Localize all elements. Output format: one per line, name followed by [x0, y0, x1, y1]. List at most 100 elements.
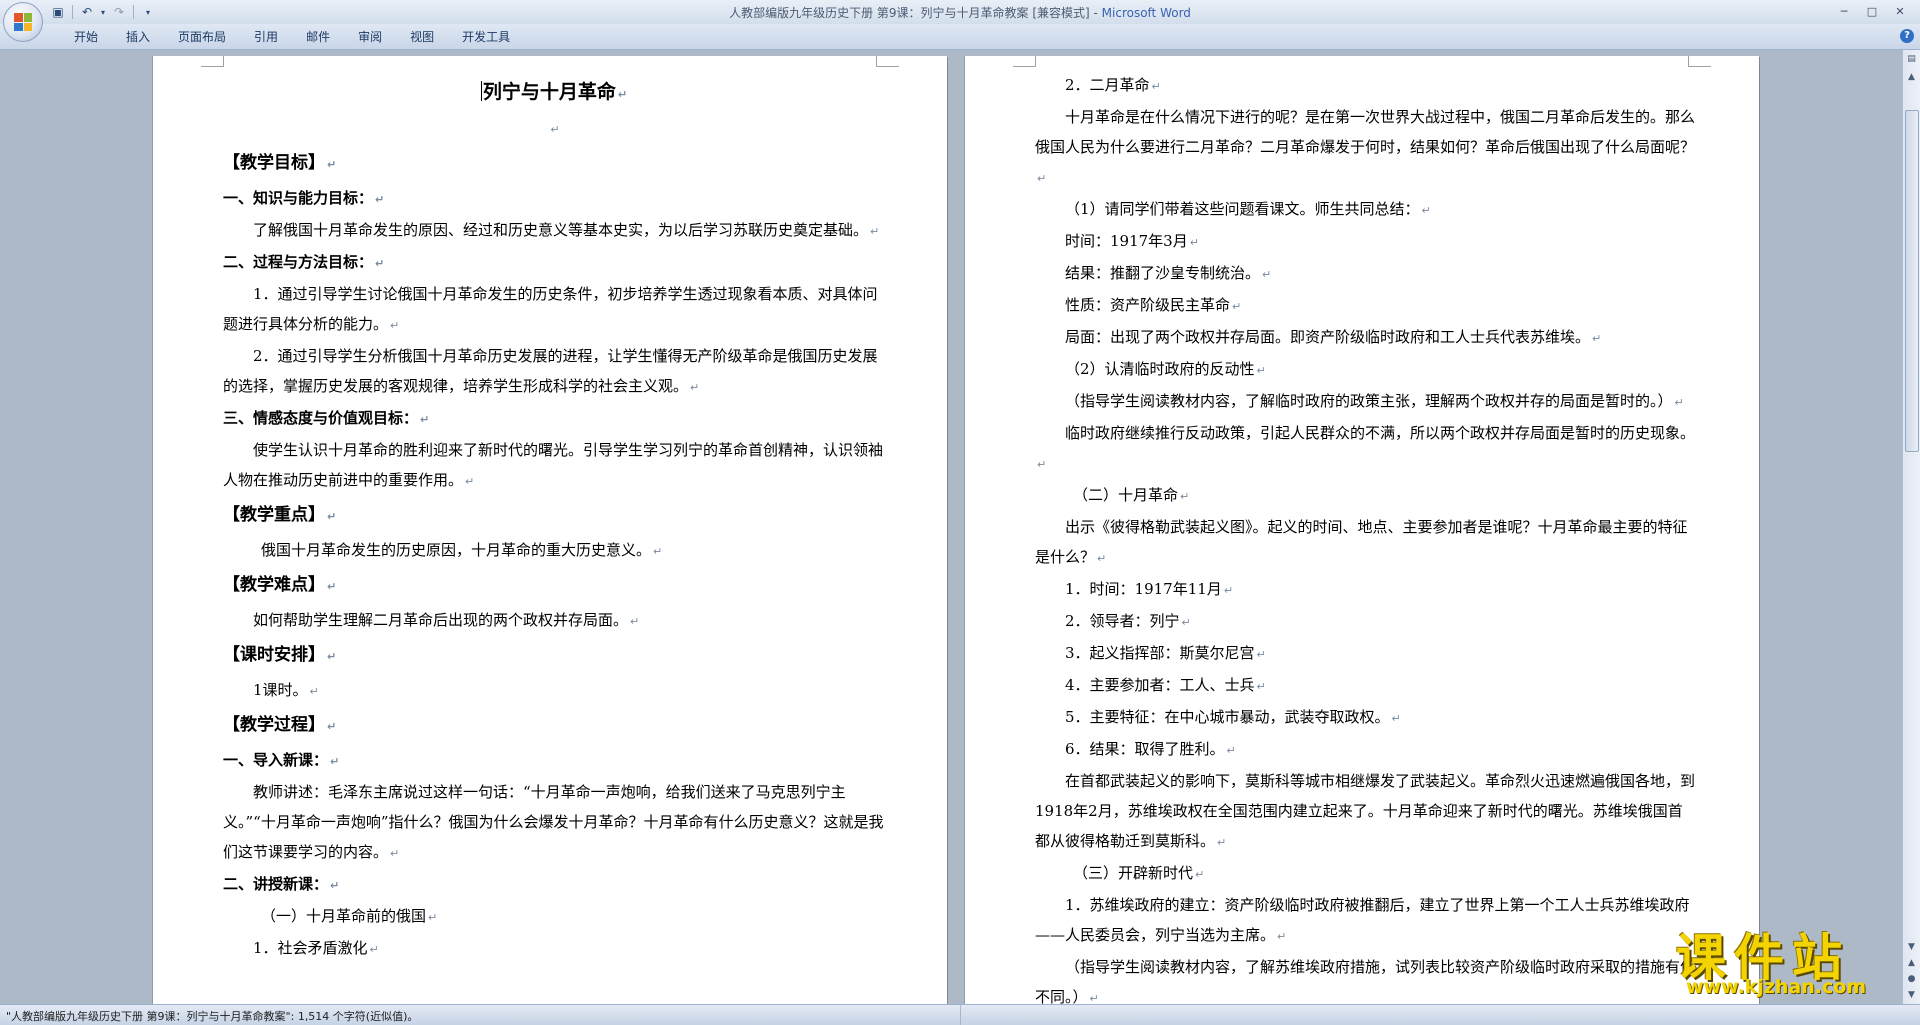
body-paragraph[interactable]: （指导学生阅读教材内容，了解临时政府的政策主张，理解两个政权并存的局面是暂时的。… — [1035, 386, 1697, 418]
scroll-up-icon[interactable]: ▲ — [1904, 70, 1919, 85]
previous-page-icon[interactable]: ▲ — [1904, 956, 1919, 971]
body-paragraph[interactable]: （1）请同学们带着这些问题看课文。师生共同总结： ↵ — [1035, 194, 1697, 226]
paragraph-mark-icon: ↵ — [1277, 930, 1287, 943]
body-paragraph[interactable]: 时间：1917年3月 ↵ — [1035, 226, 1697, 258]
paragraph-mark-icon: ↵ — [1421, 204, 1431, 217]
paragraph-mark-icon: ↵ — [428, 911, 438, 924]
close-button[interactable]: ✕ — [1886, 2, 1914, 20]
restore-button[interactable]: □ — [1858, 2, 1886, 20]
section-heading[interactable]: 【教学过程】 ↵ — [223, 707, 885, 745]
body-paragraph[interactable]: 2．通过引导学生分析俄国十月革命历史发展的进程，让学生懂得无产阶级革命是俄国历史… — [223, 341, 885, 403]
paragraph-text: 使学生认识十月革命的胜利迎来了新时代的曙光。引导学生学习列宁的革命首创精神，认识… — [223, 441, 884, 489]
ribbon-tab[interactable]: 引用 — [240, 29, 292, 45]
body-paragraph[interactable]: 2．二月革命 ↵ — [1035, 70, 1697, 102]
ribbon-tab-bar: 开始 插入 页面布局 引用 邮件 审阅 视图 开发工具 ? — [0, 24, 1920, 50]
section-heading[interactable]: 【教学难点】 ↵ — [223, 567, 885, 605]
paragraph-text: 1．时间：1917年11月 — [1065, 580, 1222, 598]
paragraph-mark-icon: ↵ — [550, 123, 560, 136]
body-paragraph[interactable]: （2）认清临时政府的反动性 ↵ — [1035, 354, 1697, 386]
scroll-down-icon[interactable]: ▼ — [1904, 940, 1919, 955]
body-paragraph[interactable]: 1课时。 ↵ — [223, 675, 885, 707]
paragraph-text: 【教学过程】 — [223, 715, 325, 735]
paragraph-mark-icon: ↵ — [1256, 648, 1266, 661]
document-page-left[interactable]: 列宁与十月革命 ↵ ↵ 【教学目标】 ↵ 一、知识与能力目标： ↵ 了解俄国十月革命发生的… — [153, 56, 947, 1004]
ribbon-tab[interactable]: 审阅 — [344, 29, 396, 45]
body-paragraph[interactable]: 在首都武装起义的影响下，莫斯科等城市相继爆发了武装起义。革命烈火迅速燃遍俄国各地… — [1035, 766, 1697, 858]
body-paragraph[interactable]: 1．时间：1917年11月 ↵ — [1035, 574, 1697, 606]
sub-heading[interactable]: 三、情感态度与价值观目标： ↵ — [223, 403, 885, 435]
vertical-scrollbar[interactable]: ▤ ▲ ▼ ▲ ● ▼ — [1902, 50, 1920, 1004]
margin-corner-mark — [876, 56, 899, 67]
body-paragraph[interactable]: 十月革命是在什么情况下进行的呢？是在第一次世界大战过程中，俄国二月革命后发生的。… — [1035, 102, 1697, 194]
scrollbar-thumb[interactable] — [1905, 110, 1919, 452]
paragraph-mark-icon: ↵ — [327, 510, 337, 523]
paragraph-text: 3．起义指挥部：斯莫尔尼宫 — [1065, 644, 1255, 662]
document-area[interactable]: 列宁与十月革命 ↵ ↵ 【教学目标】 ↵ 一、知识与能力目标： ↵ 了解俄国十月革命发生的… — [0, 50, 1902, 1004]
body-paragraph[interactable]: 教师讲述：毛泽东主席说过这样一句话：“十月革命一声炮响，给我们送来了马克思列宁主… — [223, 777, 885, 869]
sub-heading[interactable]: 一、知识与能力目标： ↵ — [223, 183, 885, 215]
paragraph-mark-icon: ↵ — [1256, 680, 1266, 693]
page-content[interactable]: 列宁与十月革命 ↵ ↵ 【教学目标】 ↵ 一、知识与能力目标： ↵ 了解俄国十月革命发生的… — [223, 70, 885, 965]
ribbon-tab[interactable]: 开始 — [60, 29, 112, 45]
minimize-button[interactable]: ─ — [1830, 2, 1858, 20]
status-text: "人教部编版九年级历史下册 第9课：列宁与十月革命教案": 1,514 个字符(… — [6, 1010, 419, 1023]
body-paragraph[interactable]: 1．苏维埃政府的建立：资产阶级临时政府被推翻后，建立了世界上第一个工人士兵苏维埃… — [1035, 890, 1697, 952]
window-controls: ─ □ ✕ — [1830, 2, 1914, 20]
paragraph-mark-icon: ↵ — [330, 879, 340, 892]
paragraph-text: （2）认清临时政府的反动性 — [1065, 360, 1255, 378]
body-paragraph[interactable]: 5．主要特征：在中心城市暴动，武装夺取政权。 ↵ — [1035, 702, 1697, 734]
help-icon[interactable]: ? — [1900, 29, 1914, 43]
document-title[interactable]: 列宁与十月革命 ↵ — [223, 74, 885, 113]
paragraph-text: 1课时。 — [253, 681, 308, 699]
body-paragraph[interactable]: 性质：资产阶级民主革命 ↵ — [1035, 290, 1697, 322]
body-paragraph[interactable]: （指导学生阅读教材内容，了解苏维埃政府措施，试列表比较资产阶级临时政府采取的措施… — [1035, 952, 1697, 1004]
margin-corner-mark — [201, 56, 224, 67]
paragraph-text: 二、讲授新课： — [223, 875, 329, 893]
body-paragraph[interactable]: 出示《彼得格勒武装起义图》。起义的时间、地点、主要参加者是谁呢？十月革命最主要的… — [1035, 512, 1697, 574]
ribbon-tab[interactable]: 视图 — [396, 29, 448, 45]
paragraph-mark-icon: ↵ — [1089, 992, 1099, 1004]
text-cursor — [480, 81, 482, 101]
body-paragraph[interactable]: 结果：推翻了沙皇专制统治。 ↵ — [1035, 258, 1697, 290]
paragraph-mark-icon: ↵ — [375, 257, 385, 270]
select-browse-object-icon[interactable]: ● — [1904, 972, 1919, 987]
paragraph-mark-icon: ↵ — [1226, 744, 1236, 757]
body-paragraph[interactable]: 如何帮助学生理解二月革命后出现的两个政权并存局面。 ↵ — [223, 605, 885, 637]
body-paragraph[interactable]: 4．主要参加者：工人、士兵 ↵ — [1035, 670, 1697, 702]
body-paragraph[interactable]: （三）开辟新时代 ↵ — [1035, 858, 1697, 890]
body-paragraph[interactable]: 局面：出现了两个政权并存局面。即资产阶级临时政府和工人士兵代表苏维埃。 ↵ — [1035, 322, 1697, 354]
body-paragraph[interactable]: 2．领导者：列宁 ↵ — [1035, 606, 1697, 638]
document-page-right[interactable]: 2．二月革命 ↵ 十月革命是在什么情况下进行的呢？是在第一次世界大战过程中，俄国二月… — [965, 56, 1759, 1004]
ribbon-tab[interactable]: 开发工具 — [448, 29, 524, 45]
ruler-toggle-icon[interactable]: ▤ — [1904, 52, 1919, 67]
paragraph-mark-icon: ↵ — [1189, 236, 1199, 249]
sub-heading[interactable]: 二、讲授新课： ↵ — [223, 869, 885, 901]
ribbon-tabs: 开始 插入 页面布局 引用 邮件 审阅 视图 开发工具 — [60, 29, 524, 45]
paragraph-text: 性质：资产阶级民主革命 — [1065, 296, 1231, 314]
ribbon-tab[interactable]: 插入 — [112, 29, 164, 45]
body-paragraph[interactable]: 临时政府继续推行反动政策，引起人民群众的不满，所以两个政权并存局面是暂时的历史现… — [1035, 418, 1697, 480]
paragraph-mark-icon: ↵ — [1181, 616, 1191, 629]
body-paragraph[interactable]: 1．通过引导学生讨论俄国十月革命发生的历史条件，初步培养学生透过现象看本质、对具… — [223, 279, 885, 341]
section-heading[interactable]: 【教学重点】 ↵ — [223, 497, 885, 535]
body-paragraph[interactable]: （一）十月革命前的俄国 ↵ — [223, 901, 885, 933]
page-content[interactable]: 2．二月革命 ↵ 十月革命是在什么情况下进行的呢？是在第一次世界大战过程中，俄国二月… — [1035, 70, 1697, 1004]
body-paragraph[interactable]: 1．社会矛盾激化 ↵ — [223, 933, 885, 965]
body-paragraph[interactable]: 使学生认识十月革命的胜利迎来了新时代的曙光。引导学生学习列宁的革命首创精神，认识… — [223, 435, 885, 497]
paragraph-mark-icon: ↵ — [330, 755, 340, 768]
ribbon-tab[interactable]: 页面布局 — [164, 29, 240, 45]
section-heading[interactable]: 【课时安排】 ↵ — [223, 637, 885, 675]
body-paragraph[interactable]: 俄国十月革命发生的历史原因，十月革命的重大历史意义。 ↵ — [223, 535, 885, 567]
next-page-icon[interactable]: ▼ — [1904, 988, 1919, 1003]
body-paragraph[interactable]: （二）十月革命 ↵ — [1035, 480, 1697, 512]
body-paragraph[interactable]: 了解俄国十月革命发生的原因、经过和历史意义等基本史实，为以后学习苏联历史奠定基础… — [223, 215, 885, 247]
sub-heading[interactable]: 二、过程与方法目标： ↵ — [223, 247, 885, 279]
ribbon-tab[interactable]: 邮件 — [292, 29, 344, 45]
body-paragraph[interactable]: 3．起义指挥部：斯莫尔尼宫 ↵ — [1035, 638, 1697, 670]
empty-paragraph[interactable]: ↵ — [223, 113, 885, 145]
sub-heading[interactable]: 一、导入新课： ↵ — [223, 745, 885, 777]
window-title-document: 人教部编版九年级历史下册 第9课：列宁与十月革命教案 [兼容模式] - — [729, 6, 1102, 20]
office-button[interactable] — [3, 2, 43, 42]
body-paragraph[interactable]: 6．结果：取得了胜利。 ↵ — [1035, 734, 1697, 766]
section-heading[interactable]: 【教学目标】 ↵ — [223, 145, 885, 183]
